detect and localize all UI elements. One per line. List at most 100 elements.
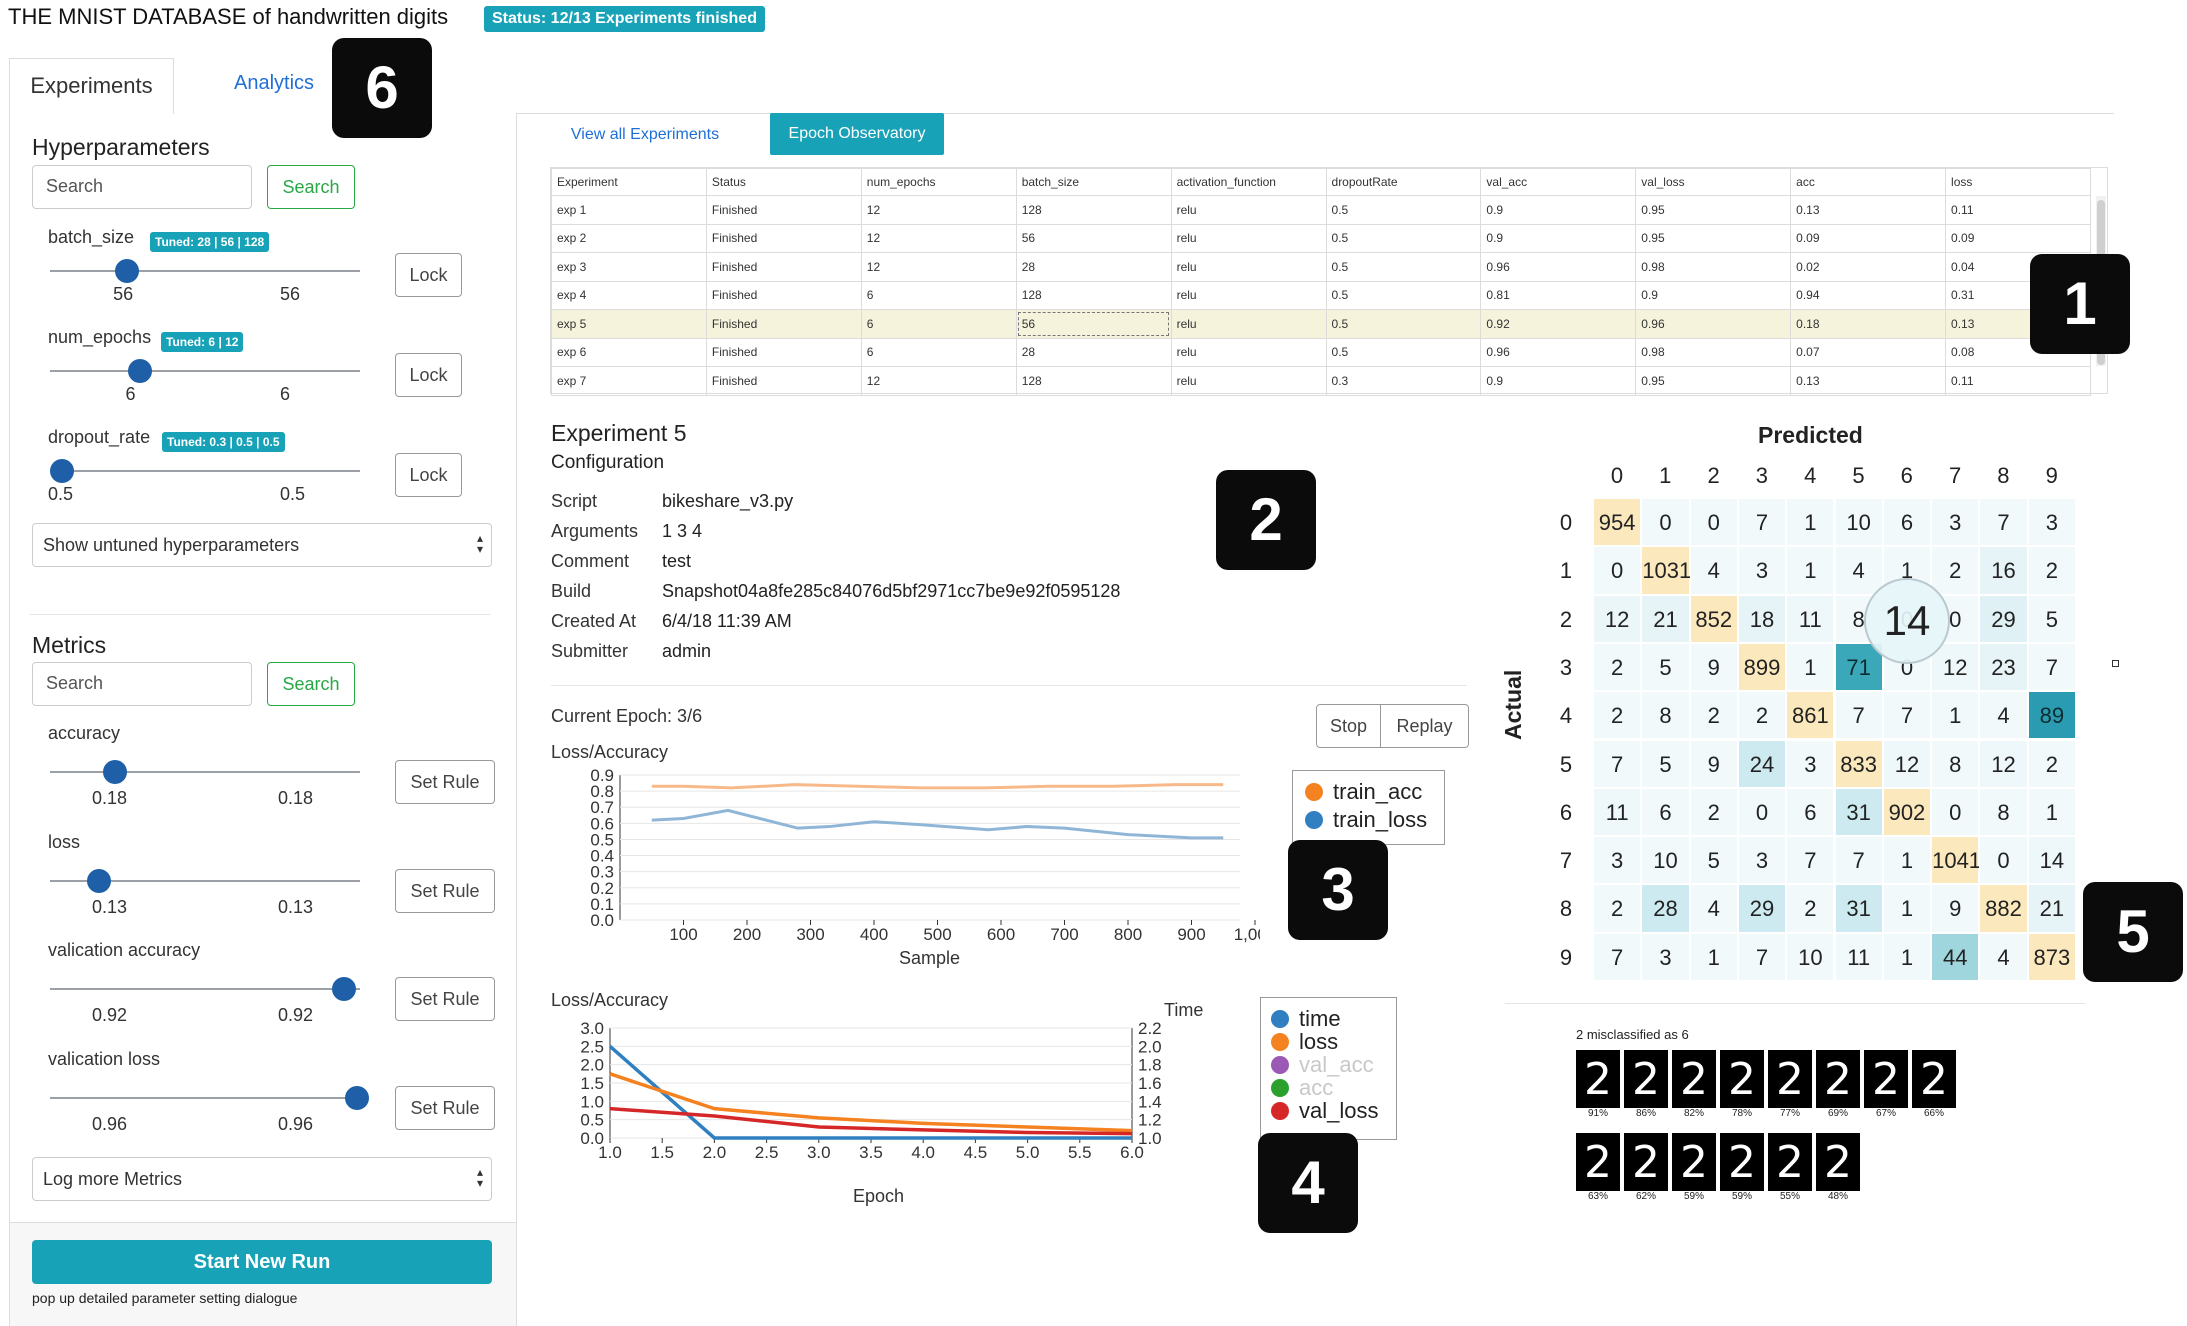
matrix-cell[interactable]: 7 [1593, 932, 1642, 981]
matrix-cell[interactable]: 2 [1689, 787, 1738, 837]
matrix-cell[interactable]: 1 [1689, 932, 1738, 981]
table-row[interactable]: exp 4 Finished 6 128 relu 0.5 0.81 0.9 0.94 0.31 [551, 280, 2091, 310]
matrix-cell[interactable]: 0 [1979, 836, 2028, 885]
set-rule-button[interactable]: Set Rule [395, 1085, 495, 1130]
matrix-cell[interactable]: 8 [1931, 739, 1980, 788]
matrix-cell[interactable]: 10 [1786, 932, 1835, 981]
slider-knob[interactable] [50, 459, 74, 483]
matrix-cell[interactable]: 861 [1786, 691, 1835, 740]
matrix-cell[interactable]: 1 [1931, 691, 1980, 740]
matrix-cell[interactable]: 31 [1834, 884, 1883, 933]
slider-knob[interactable] [127, 359, 152, 383]
log-more-metrics-select[interactable]: Log more Metrics ▴ ▾ [32, 1157, 492, 1201]
matrix-cell[interactable]: 4 [1834, 546, 1883, 595]
slider-knob[interactable] [115, 259, 140, 283]
matrix-cell[interactable]: 7 [1737, 498, 1787, 547]
matrix-cell[interactable]: 1041 [1931, 836, 1981, 885]
matrix-cell[interactable]: 2 [1689, 691, 1738, 740]
column-header[interactable]: val_loss [1635, 168, 1792, 196]
matrix-cell[interactable]: 24 [1737, 739, 1787, 788]
digit-thumbnail[interactable]: 2 [1816, 1133, 1860, 1191]
lock-button[interactable]: Lock [395, 253, 462, 297]
matrix-cell[interactable]: 1 [1882, 932, 1932, 981]
matrix-cell[interactable]: 44 [1931, 932, 1980, 981]
matrix-cell[interactable]: 3 [1641, 932, 1690, 981]
matrix-cell[interactable]: 0 [1737, 787, 1787, 837]
column-header[interactable]: num_epochs [860, 168, 1017, 196]
slider-track[interactable] [50, 771, 360, 773]
matrix-cell[interactable]: 2 [1931, 546, 1980, 595]
slider-track[interactable] [50, 470, 360, 472]
digit-thumbnail[interactable]: 2 [1624, 1133, 1668, 1191]
matrix-cell[interactable]: 18 [1737, 594, 1787, 643]
digit-thumbnail[interactable]: 2 [1768, 1050, 1812, 1108]
lock-button[interactable]: Lock [395, 453, 462, 497]
matrix-cell[interactable]: 8 [1641, 691, 1690, 740]
digit-thumbnail[interactable]: 2 [1768, 1133, 1812, 1191]
start-new-run-button[interactable]: Start New Run [32, 1240, 492, 1284]
slider-track[interactable] [50, 1096, 360, 1099]
matrix-cell[interactable]: 954 [1593, 498, 1642, 547]
matrix-cell[interactable]: 899 [1737, 642, 1787, 692]
table-row[interactable]: exp 7 Finished 12 128 relu 0.3 0.9 0.95 0.13 0.11 [551, 366, 2091, 396]
table-row[interactable]: exp 5 Finished 6 56 relu 0.5 0.92 0.96 0.18 0.13 [551, 309, 2091, 339]
slider-track[interactable] [50, 270, 360, 272]
untuned-hyperparameters-select[interactable]: Show untuned hyperparameters ▴ ▾ [32, 523, 492, 567]
set-rule-button[interactable]: Set Rule [395, 760, 495, 804]
matrix-cell[interactable]: 1 [1882, 836, 1932, 885]
replay-button[interactable]: Replay [1381, 705, 1468, 747]
matrix-cell[interactable]: 873 [2027, 932, 2076, 981]
matrix-cell[interactable]: 14 [2027, 836, 2076, 885]
matrix-cell[interactable]: 89 [2027, 691, 2076, 740]
matrix-cell[interactable]: 0 [1931, 787, 1980, 837]
matrix-cell[interactable]: 833 [1834, 739, 1883, 788]
column-header[interactable]: Status [705, 168, 862, 196]
matrix-cell[interactable]: 31 [1834, 787, 1883, 837]
metrics-search-input[interactable]: Search [32, 662, 252, 706]
matrix-cell[interactable]: 3 [1737, 546, 1787, 595]
matrix-cell[interactable]: 7 [1834, 691, 1883, 740]
digit-thumbnail[interactable]: 2 [1912, 1050, 1956, 1108]
matrix-cell[interactable]: 3 [1737, 836, 1787, 885]
matrix-cell[interactable]: 21 [1641, 594, 1690, 643]
digit-thumbnail[interactable]: 2 [1576, 1050, 1620, 1108]
lock-button[interactable]: Lock [395, 353, 462, 397]
matrix-cell[interactable]: 5 [1689, 836, 1738, 885]
hyperparameter-search-button[interactable]: Search [267, 165, 355, 209]
set-rule-button[interactable]: Set Rule [395, 977, 495, 1021]
legend-val-loss[interactable]: val_loss [1271, 1098, 1378, 1124]
matrix-cell[interactable]: 1 [2027, 787, 2076, 837]
matrix-cell[interactable]: 1031 [1641, 546, 1691, 595]
view-all-experiments-button[interactable]: View all Experiments [552, 115, 738, 155]
matrix-cell[interactable]: 7 [1834, 836, 1883, 885]
column-header[interactable]: val_acc [1480, 168, 1637, 196]
table-row[interactable]: exp 6 Finished 6 28 relu 0.5 0.96 0.98 0.07 0.08 [551, 337, 2091, 367]
matrix-cell[interactable]: 7 [2027, 642, 2076, 692]
matrix-cell[interactable]: 5 [1641, 642, 1690, 692]
matrix-cell[interactable]: 10 [1834, 498, 1883, 547]
matrix-cell[interactable]: 4 [1689, 884, 1738, 933]
table-row[interactable]: exp 2 Finished 12 56 relu 0.5 0.9 0.95 0.09 0.09 [551, 223, 2091, 253]
matrix-cell[interactable]: 11 [1593, 787, 1642, 837]
digit-thumbnail[interactable]: 2 [1672, 1133, 1716, 1191]
legend-train-acc[interactable]: train_acc [1305, 779, 1422, 805]
matrix-cell[interactable]: 12 [1979, 739, 2028, 788]
tab-experiments[interactable]: Experiments [9, 58, 174, 114]
matrix-cell[interactable]: 9 [1689, 739, 1738, 788]
digit-thumbnail[interactable]: 2 [1576, 1133, 1620, 1191]
matrix-cell[interactable]: 2 [1593, 884, 1642, 933]
matrix-cell[interactable]: 11 [1786, 594, 1835, 643]
matrix-cell[interactable]: 4 [1689, 546, 1738, 595]
matrix-cell[interactable]: 3 [1786, 739, 1835, 788]
matrix-cell[interactable]: 1 [1786, 546, 1835, 595]
matrix-cell[interactable]: 1 [1786, 642, 1835, 692]
matrix-cell[interactable]: 852 [1689, 594, 1738, 643]
matrix-cell[interactable]: 9 [1931, 884, 1980, 933]
matrix-cell[interactable]: 1 [1786, 498, 1835, 547]
matrix-cell[interactable]: 882 [1979, 884, 2028, 933]
matrix-cell[interactable]: 7 [1737, 932, 1787, 981]
matrix-cell[interactable]: 29 [1737, 884, 1787, 933]
matrix-cell[interactable]: 6 [1882, 498, 1932, 547]
matrix-cell[interactable]: 4 [1979, 691, 2028, 740]
tab-analytics[interactable]: Analytics [234, 72, 314, 95]
